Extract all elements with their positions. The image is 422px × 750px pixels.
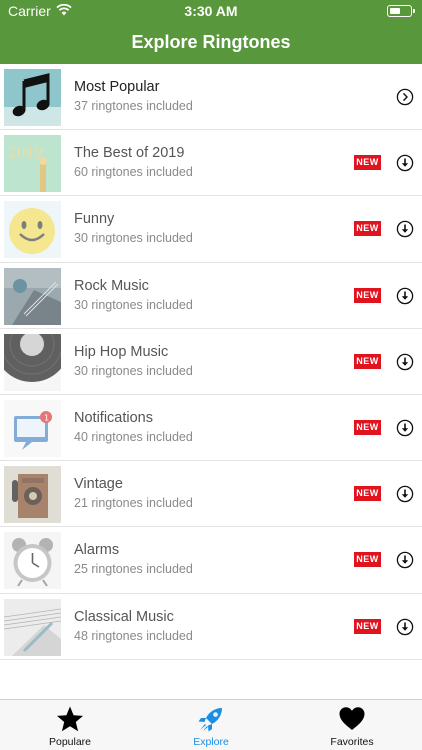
category-title: The Best of 2019 <box>74 145 185 162</box>
download-icon <box>396 618 414 635</box>
download-icon <box>396 154 414 172</box>
category-count: 30 ringtones included <box>74 363 193 378</box>
category-title: Classical Music <box>74 608 174 625</box>
category-row-hip-hop-music[interactable]: Hip Hop Music 30 ringtones included NEW <box>0 329 422 395</box>
tab-label: Populare <box>48 736 92 748</box>
new-badge: NEW <box>354 486 381 502</box>
open-category-button[interactable] <box>396 88 414 106</box>
category-title: Funny <box>74 211 115 228</box>
new-badge: NEW <box>354 155 381 171</box>
category-count: 30 ringtones included <box>74 297 193 312</box>
new-badge: NEW <box>354 353 381 369</box>
status-bar: Carrier 3:30 AM <box>0 0 422 22</box>
category-count: 30 ringtones included <box>74 231 193 246</box>
tab-label: Explore <box>193 736 229 748</box>
category-title: Hip Hop Music <box>74 343 169 360</box>
guitar-image <box>4 267 61 325</box>
category-title: Notifications <box>74 409 153 426</box>
status-time: 3:30 AM <box>184 3 238 19</box>
download-button[interactable] <box>396 419 414 437</box>
category-title: Alarms <box>74 542 120 559</box>
smiley-thumbnail <box>4 201 61 259</box>
category-count: 40 ringtones included <box>74 429 193 444</box>
page-title: Explore Ringtones <box>131 32 291 52</box>
download-icon <box>396 221 414 238</box>
heart-icon <box>339 707 365 730</box>
sheet-music-image <box>4 598 61 656</box>
vinyl-record-image <box>4 333 61 391</box>
battery-icon <box>387 5 415 17</box>
download-icon <box>396 287 414 304</box>
guitar-thumbnail <box>4 267 61 325</box>
download-button[interactable] <box>396 287 414 305</box>
download-button[interactable] <box>396 353 414 371</box>
download-button[interactable] <box>396 551 414 569</box>
category-title: Rock Music <box>74 277 149 294</box>
balloons-2019-image: 2019 <box>4 135 61 193</box>
tab-populare[interactable]: Populare <box>0 700 140 750</box>
tab-label: Favorites <box>330 736 374 748</box>
vintage-phone-thumbnail <box>4 466 61 524</box>
category-count: 37 ringtones included <box>74 99 193 113</box>
category-list: Most Popular 37 ringtones included 2019 … <box>0 64 422 660</box>
2019-balloons-thumbnail: 2019 <box>4 135 61 193</box>
notification-thumbnail: 1 <box>4 399 61 457</box>
vinyl-thumbnail <box>4 333 61 391</box>
svg-text:1: 1 <box>44 413 49 422</box>
download-button[interactable] <box>396 485 414 503</box>
category-title: Vintage <box>74 476 123 493</box>
star-icon <box>57 706 83 732</box>
download-icon <box>396 419 414 437</box>
tab-bar: Populare Explore Favorites <box>0 699 422 750</box>
new-badge: NEW <box>354 618 381 634</box>
vintage-phone-image <box>4 466 61 524</box>
svg-text:2019: 2019 <box>8 145 44 161</box>
download-button[interactable] <box>396 220 414 238</box>
category-count: 48 ringtones included <box>74 628 193 643</box>
category-count: 21 ringtones included <box>74 496 193 511</box>
download-button[interactable] <box>396 154 414 172</box>
rocket-icon <box>198 708 222 732</box>
category-row-classical-music[interactable]: Classical Music 48 ringtones included NE… <box>0 594 422 660</box>
category-row-notifications[interactable]: 1 Notifications 40 ringtones included NE… <box>0 395 422 462</box>
category-row-rock-music[interactable]: Rock Music 30 ringtones included NEW <box>0 263 422 329</box>
download-icon <box>396 485 414 503</box>
category-row-most-popular[interactable]: Most Popular 37 ringtones included <box>0 64 422 131</box>
category-row-funny[interactable]: Funny 30 ringtones included NEW <box>0 196 422 263</box>
new-badge: NEW <box>354 419 381 435</box>
notification-bubble-image: 1 <box>4 399 61 457</box>
download-icon <box>396 552 414 569</box>
chevron-right-icon <box>396 88 414 106</box>
download-icon <box>396 353 414 370</box>
new-badge: NEW <box>354 221 381 237</box>
tab-favorites[interactable]: Favorites <box>282 700 422 750</box>
category-row-vintage[interactable]: Vintage 21 ringtones included NEW <box>0 461 422 528</box>
nav-header: Carrier 3:30 AM Explore Ringtones <box>0 0 422 64</box>
tab-explore[interactable]: Explore <box>141 700 281 750</box>
category-title: Most Popular <box>74 79 160 95</box>
sheet-music-thumbnail <box>4 598 61 656</box>
category-count: 60 ringtones included <box>74 165 193 180</box>
alarm-clock-image <box>4 532 61 590</box>
category-row-best-of-2019[interactable]: 2019 The Best of 2019 60 ringtones inclu… <box>0 130 422 197</box>
new-badge: NEW <box>354 552 381 568</box>
music-note-icon <box>4 69 61 126</box>
smiley-face-image <box>4 201 61 259</box>
music-note-thumbnail <box>4 69 61 126</box>
category-count: 25 ringtones included <box>74 562 193 577</box>
category-row-alarms[interactable]: Alarms 25 ringtones included NEW <box>0 527 422 594</box>
alarm-clock-thumbnail <box>4 532 61 590</box>
new-badge: NEW <box>354 287 381 303</box>
download-button[interactable] <box>396 618 414 636</box>
